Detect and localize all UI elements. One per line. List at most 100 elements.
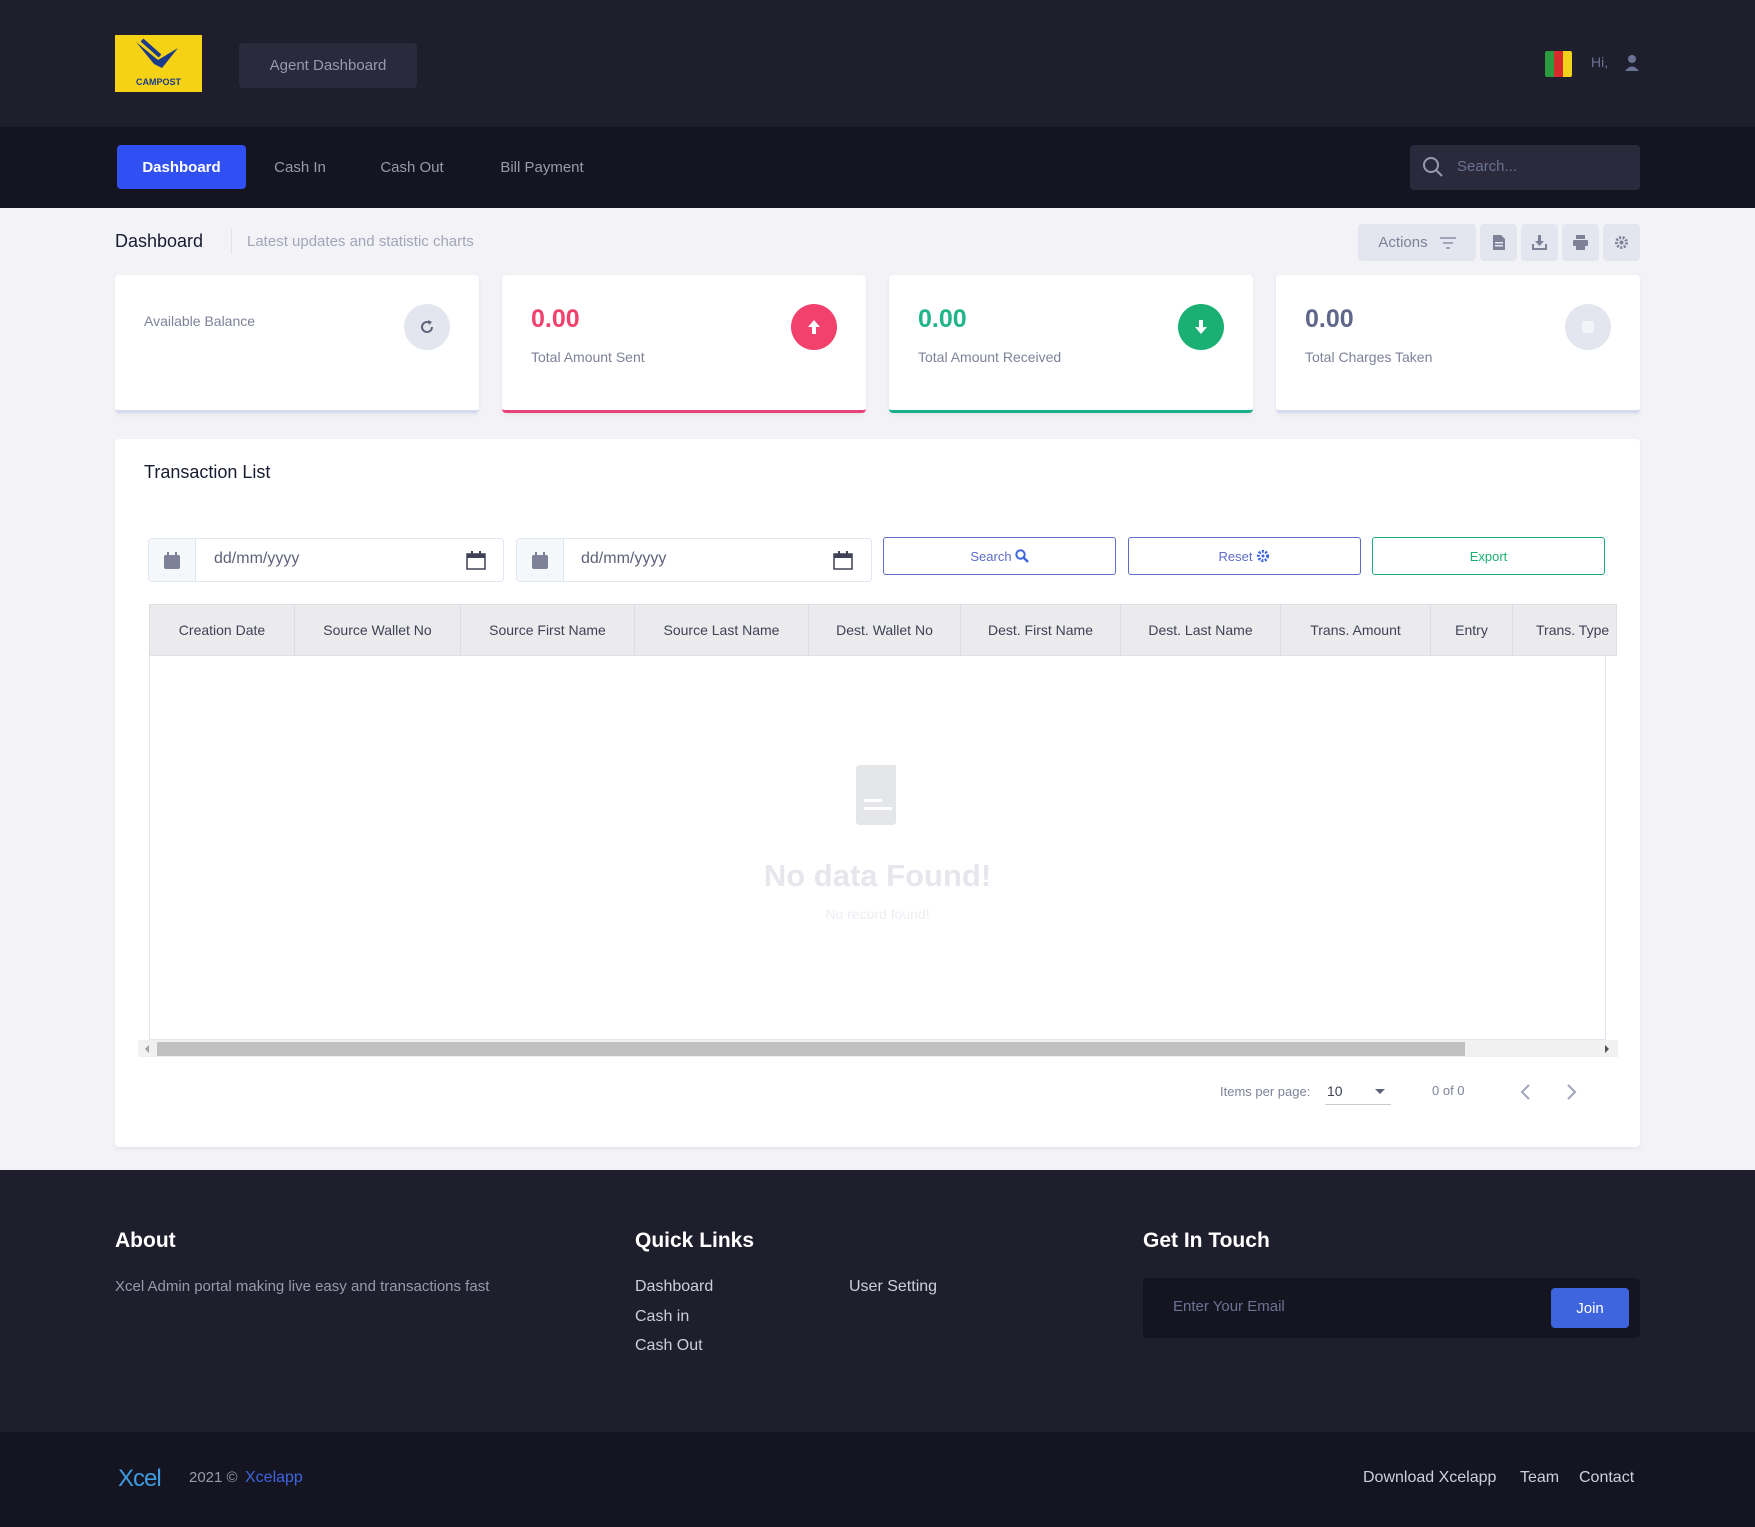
column-header[interactable]: Trans. Amount bbox=[1281, 605, 1431, 655]
column-header[interactable]: Source Last Name bbox=[635, 605, 809, 655]
print-button[interactable] bbox=[1562, 224, 1599, 261]
refresh-icon bbox=[421, 320, 434, 333]
available-balance-card: Available Balance bbox=[115, 275, 479, 413]
gear-icon bbox=[1615, 236, 1628, 249]
arrow-up-icon bbox=[808, 320, 820, 334]
stat-value: 0.00 bbox=[531, 305, 580, 333]
column-header[interactable]: Source Wallet No bbox=[295, 605, 461, 655]
download-icon bbox=[1532, 235, 1547, 250]
footer-link-download[interactable]: Download Xcelapp bbox=[1363, 1469, 1496, 1487]
user-icon[interactable] bbox=[1624, 54, 1640, 72]
column-header[interactable]: Entry bbox=[1431, 605, 1513, 655]
divider bbox=[231, 228, 232, 254]
search-button-label: Search bbox=[970, 548, 1012, 564]
settings-button[interactable] bbox=[1603, 224, 1640, 261]
nav-cash-out[interactable]: Cash Out bbox=[362, 145, 462, 189]
stat-label: Available Balance bbox=[144, 313, 256, 329]
actions-button[interactable]: Actions bbox=[1358, 224, 1476, 261]
next-page-icon[interactable] bbox=[1566, 1083, 1578, 1101]
column-header[interactable]: Source First Name bbox=[461, 605, 635, 655]
arrow-down-icon bbox=[1195, 320, 1207, 334]
reset-button[interactable]: Reset bbox=[1128, 537, 1361, 575]
calendar-icon bbox=[532, 551, 548, 569]
empty-document-icon bbox=[856, 765, 896, 825]
select-underline bbox=[1325, 1104, 1391, 1105]
xcel-logo[interactable]: Xcel bbox=[118, 1465, 162, 1493]
copyright-year: 2021 © bbox=[189, 1469, 238, 1486]
calendar-picker-icon[interactable] bbox=[833, 551, 853, 570]
footer-link-team[interactable]: Team bbox=[1520, 1469, 1559, 1487]
reset-button-label: Reset bbox=[1218, 548, 1253, 564]
stat-label: Total Amount Sent bbox=[531, 349, 645, 365]
nav-bill-payment[interactable]: Bill Payment bbox=[482, 145, 602, 189]
footer-link-cash-in[interactable]: Cash in bbox=[635, 1308, 689, 1326]
column-header[interactable]: Dest. Last Name bbox=[1121, 605, 1281, 655]
end-date-field[interactable]: dd/mm/yyyy bbox=[516, 538, 872, 582]
total-charges-card: 0.00 Total Charges Taken bbox=[1276, 275, 1640, 413]
stat-value: 0.00 bbox=[918, 305, 967, 333]
filter-icon bbox=[1439, 236, 1456, 249]
campost-logo[interactable]: CAMPOST bbox=[115, 35, 202, 92]
page-title: Dashboard bbox=[115, 231, 204, 251]
footer-link-user-setting[interactable]: User Setting bbox=[849, 1278, 937, 1296]
bird-icon bbox=[136, 38, 178, 68]
total-sent-card: 0.00 Total Amount Sent bbox=[502, 275, 866, 413]
scroll-left-icon[interactable] bbox=[143, 1044, 151, 1054]
empty-state-subtitle: No record found! bbox=[825, 906, 930, 922]
sent-badge bbox=[791, 304, 837, 350]
charges-badge bbox=[1565, 304, 1611, 350]
gear-icon bbox=[1257, 549, 1270, 563]
start-date-field[interactable]: dd/mm/yyyy bbox=[148, 538, 504, 582]
calendar-prefix bbox=[149, 539, 196, 581]
stat-label: Total Amount Received bbox=[918, 349, 1062, 365]
page-subtitle: Latest updates and statistic charts bbox=[247, 233, 474, 250]
column-header[interactable]: Dest. Wallet No bbox=[809, 605, 961, 655]
chevron-down-icon[interactable] bbox=[1374, 1088, 1386, 1095]
about-text: Xcel Admin portal making live easy and t… bbox=[115, 1278, 490, 1295]
column-header[interactable]: Creation Date bbox=[150, 605, 295, 655]
empty-state-title: No data Found! bbox=[763, 858, 992, 893]
about-heading: About bbox=[115, 1229, 176, 1252]
document-button[interactable] bbox=[1480, 224, 1517, 261]
document-icon bbox=[1492, 235, 1505, 250]
join-button[interactable]: Join bbox=[1551, 1288, 1629, 1328]
refresh-button[interactable] bbox=[404, 304, 450, 350]
agent-dashboard-button[interactable]: Agent Dashboard bbox=[239, 43, 417, 88]
stat-value: 0.00 bbox=[1305, 305, 1354, 333]
receipt-icon bbox=[1582, 321, 1594, 333]
footer-link-contact[interactable]: Contact bbox=[1579, 1469, 1634, 1487]
transaction-list-title: Transaction List bbox=[144, 462, 271, 482]
footer-link-dashboard[interactable]: Dashboard bbox=[635, 1278, 713, 1296]
search-input[interactable] bbox=[1410, 145, 1640, 190]
get-in-touch-heading: Get In Touch bbox=[1143, 1229, 1270, 1252]
greeting-text: Hi, bbox=[1591, 54, 1609, 70]
items-per-page-label: Items per page: bbox=[1220, 1084, 1311, 1099]
end-date-placeholder: dd/mm/yyyy bbox=[581, 550, 667, 567]
items-per-page-select[interactable]: 10 bbox=[1327, 1083, 1343, 1099]
page-range: 0 of 0 bbox=[1432, 1083, 1465, 1098]
calendar-icon bbox=[164, 551, 180, 569]
footer-link-cash-out[interactable]: Cash Out bbox=[635, 1337, 703, 1355]
scroll-right-icon[interactable] bbox=[1603, 1044, 1611, 1054]
calendar-prefix bbox=[517, 539, 564, 581]
company-link[interactable]: Xcelapp bbox=[245, 1469, 303, 1487]
search-placeholder: Search... bbox=[1457, 158, 1518, 175]
download-button[interactable] bbox=[1521, 224, 1558, 261]
start-date-placeholder: dd/mm/yyyy bbox=[214, 550, 300, 567]
column-header[interactable]: Dest. First Name bbox=[961, 605, 1121, 655]
nav-dashboard[interactable]: Dashboard bbox=[117, 145, 246, 189]
prev-page-icon[interactable] bbox=[1519, 1083, 1531, 1101]
table-header: Creation Date Source Wallet No Source Fi… bbox=[149, 604, 1617, 656]
search-button[interactable]: Search bbox=[883, 537, 1116, 575]
calendar-picker-icon[interactable] bbox=[466, 551, 486, 570]
nav-cash-in[interactable]: Cash In bbox=[256, 145, 344, 189]
language-flag[interactable] bbox=[1545, 51, 1572, 77]
total-received-card: 0.00 Total Amount Received bbox=[889, 275, 1253, 413]
scrollbar-thumb[interactable] bbox=[157, 1042, 1465, 1056]
table-body bbox=[149, 656, 1606, 1040]
column-header[interactable]: Trans. Type bbox=[1513, 605, 1616, 655]
export-button[interactable]: Export bbox=[1372, 537, 1605, 575]
logo-text: CAMPOST bbox=[136, 77, 181, 87]
email-placeholder: Enter Your Email bbox=[1173, 1298, 1285, 1315]
actions-label: Actions bbox=[1378, 234, 1428, 251]
